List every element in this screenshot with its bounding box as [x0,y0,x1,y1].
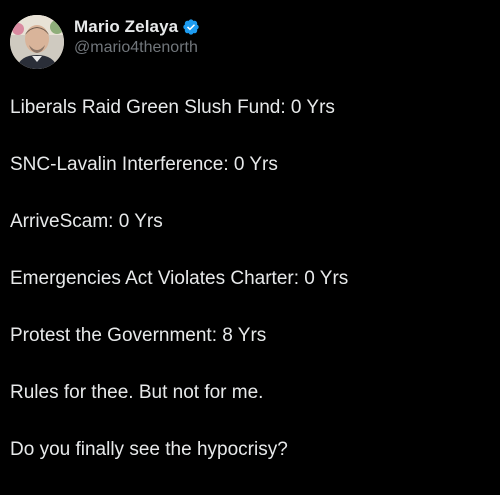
post-line: Rules for thee. But not for me. [10,382,264,403]
post-header: Mario Zelaya @mario4thenorth [10,14,200,70]
author-identity: Mario Zelaya @mario4thenorth [74,9,200,63]
profile-photo-icon [10,15,64,69]
author-handle[interactable]: @mario4thenorth [74,39,200,57]
post-body: Liberals Raid Green Slush Fund: 0 Yrs SN… [10,96,490,495]
avatar[interactable] [10,15,64,69]
post-line: SNC-Lavalin Interference: 0 Yrs [10,154,278,175]
post-line: Do you finally see the hypocrisy? [10,439,288,460]
author-display-name[interactable]: Mario Zelaya [74,17,178,37]
verified-badge-icon [182,18,200,36]
post-line: Protest the Government: 8 Yrs [10,325,267,346]
name-row: Mario Zelaya [74,16,200,38]
post-line: Emergencies Act Violates Charter: 0 Yrs [10,268,349,289]
post-line: ArriveScam: 0 Yrs [10,211,163,232]
post-line: Liberals Raid Green Slush Fund: 0 Yrs [10,97,335,118]
